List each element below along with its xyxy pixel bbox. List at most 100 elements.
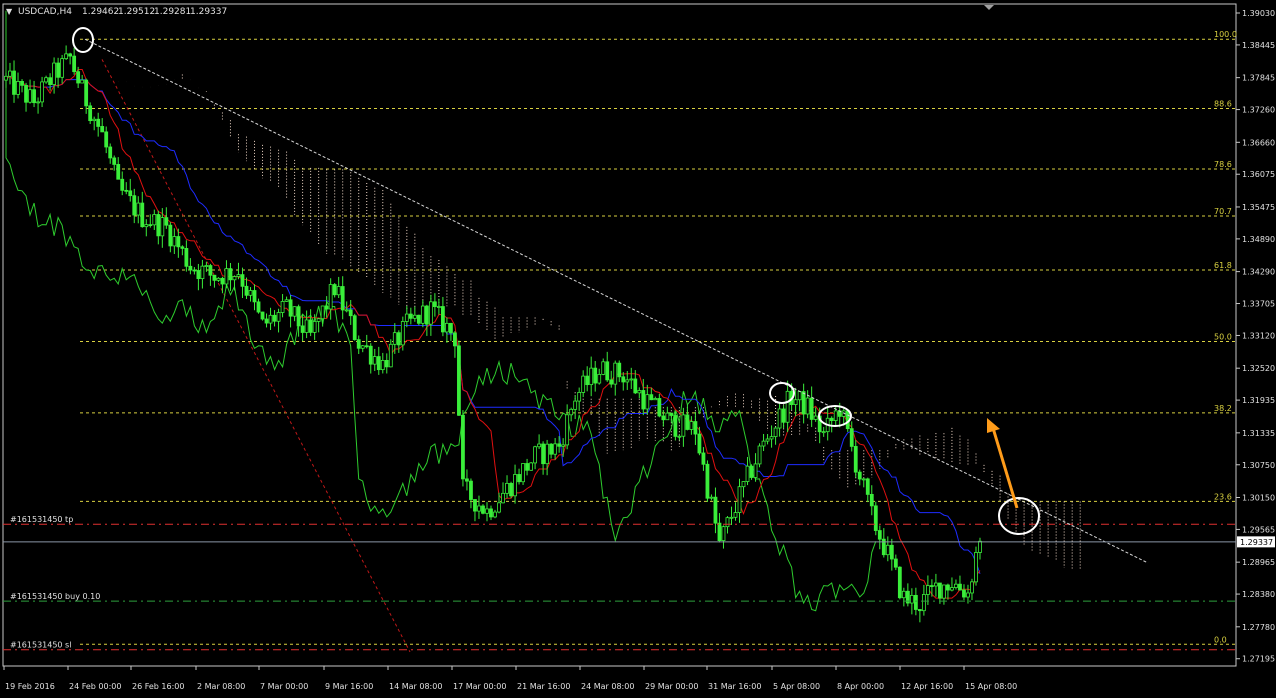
candle-body	[601, 361, 606, 375]
candle-body	[440, 306, 445, 333]
candle-body	[148, 224, 153, 227]
candle-body	[765, 438, 770, 442]
candle-body	[681, 414, 686, 437]
candle-body	[853, 446, 858, 473]
candle-body	[449, 322, 453, 334]
candle-body	[701, 452, 706, 465]
candle-body	[917, 609, 922, 612]
price-tick-label: 1.29565	[1242, 525, 1275, 534]
price-tick-label: 1.38445	[1242, 41, 1275, 50]
candle-body	[20, 81, 24, 86]
time-tick-label: 17 Mar 00:00	[453, 682, 506, 691]
candle-body	[48, 77, 52, 85]
candle-body	[428, 301, 433, 325]
candle-body	[561, 444, 566, 447]
chart-symbol: USDCAD,H4	[18, 7, 72, 17]
candle-body	[885, 544, 890, 556]
candle-body	[593, 367, 598, 384]
price-chart[interactable]: ▼ USDCAD,H4 1.29462 1.29512 1.29281 1.29…	[0, 0, 1276, 698]
candle-body	[372, 356, 377, 365]
candle-body	[757, 445, 762, 465]
candle-body	[368, 345, 373, 365]
candle-body	[553, 443, 558, 455]
candle-body	[737, 486, 742, 513]
dropdown-triangle-icon[interactable]: ▼	[6, 7, 13, 16]
candle-body	[52, 62, 56, 85]
candle-body	[685, 414, 690, 430]
candle-body	[485, 508, 489, 514]
candle-body	[873, 505, 878, 531]
candle-body	[60, 58, 65, 78]
candle-body	[380, 360, 385, 371]
candle-body	[404, 313, 409, 322]
candle-body	[56, 62, 61, 78]
candle-body	[521, 463, 525, 483]
candle-body	[408, 313, 413, 319]
candle-body	[761, 440, 766, 447]
ohlc-open: 1.29462	[82, 7, 119, 17]
candle-body	[829, 417, 834, 421]
candle-body	[954, 583, 958, 588]
current-price-label: 1.29337	[1240, 538, 1273, 547]
candle-body	[284, 299, 289, 302]
candle-body	[188, 265, 193, 271]
time-tick-label: 7 Mar 00:00	[260, 682, 308, 691]
candle-body	[244, 285, 249, 296]
time-tick-label: 14 Mar 08:00	[389, 682, 442, 691]
candle-body	[869, 494, 874, 507]
fibonacci-level-label: 38.2	[1214, 404, 1232, 413]
candle-body	[76, 71, 81, 84]
ohlc-high: 1.29512	[118, 7, 155, 17]
candle-body	[509, 482, 513, 497]
candle-body	[416, 314, 421, 324]
candle-body	[525, 463, 529, 471]
candle-body	[729, 516, 734, 519]
candle-body	[328, 284, 333, 310]
time-tick-label: 21 Mar 16:00	[517, 682, 570, 691]
candle-body	[717, 522, 722, 542]
candle-body	[208, 265, 213, 276]
price-tick-label: 1.28965	[1242, 558, 1275, 567]
candle-body	[661, 415, 666, 421]
candle-body	[396, 332, 401, 346]
candle-body	[268, 314, 273, 324]
fibonacci-level-label: 100.0	[1214, 30, 1237, 39]
candle-body	[613, 362, 618, 385]
candle-body	[232, 276, 237, 281]
candle-body	[72, 55, 77, 73]
candle-body	[749, 465, 754, 478]
candle-body	[360, 345, 365, 349]
candle-body	[901, 590, 906, 599]
price-tick-label: 1.33120	[1242, 331, 1275, 340]
candle-body	[4, 75, 8, 81]
candle-body	[24, 84, 28, 103]
candle-body	[400, 321, 405, 346]
candle-body	[942, 584, 946, 599]
candle-body	[489, 508, 493, 518]
candle-body	[505, 482, 509, 494]
candle-body	[833, 410, 838, 421]
candle-body	[260, 311, 265, 320]
candle-body	[340, 286, 345, 311]
candle-body	[136, 202, 141, 216]
candle-body	[352, 315, 357, 341]
candle-body	[889, 544, 894, 560]
candle-body	[120, 178, 125, 191]
candle-body	[493, 511, 497, 518]
candle-body	[689, 421, 694, 430]
candle-body	[753, 463, 758, 478]
price-tick-label: 1.37845	[1242, 74, 1275, 83]
order-level-label: #161531450 sl	[10, 641, 71, 650]
candle-body	[781, 408, 786, 423]
fibonacci-level-label: 50.0	[1214, 332, 1232, 341]
candle-body	[453, 332, 457, 347]
candle-body	[581, 375, 586, 393]
candle-body	[913, 594, 918, 610]
candle-body	[549, 443, 554, 455]
candle-body	[180, 246, 185, 249]
candle-body	[128, 190, 133, 197]
time-tick-label: 24 Mar 08:00	[581, 682, 634, 691]
candle-body	[950, 587, 954, 591]
candle-body	[196, 270, 201, 280]
candle-body	[332, 284, 337, 296]
